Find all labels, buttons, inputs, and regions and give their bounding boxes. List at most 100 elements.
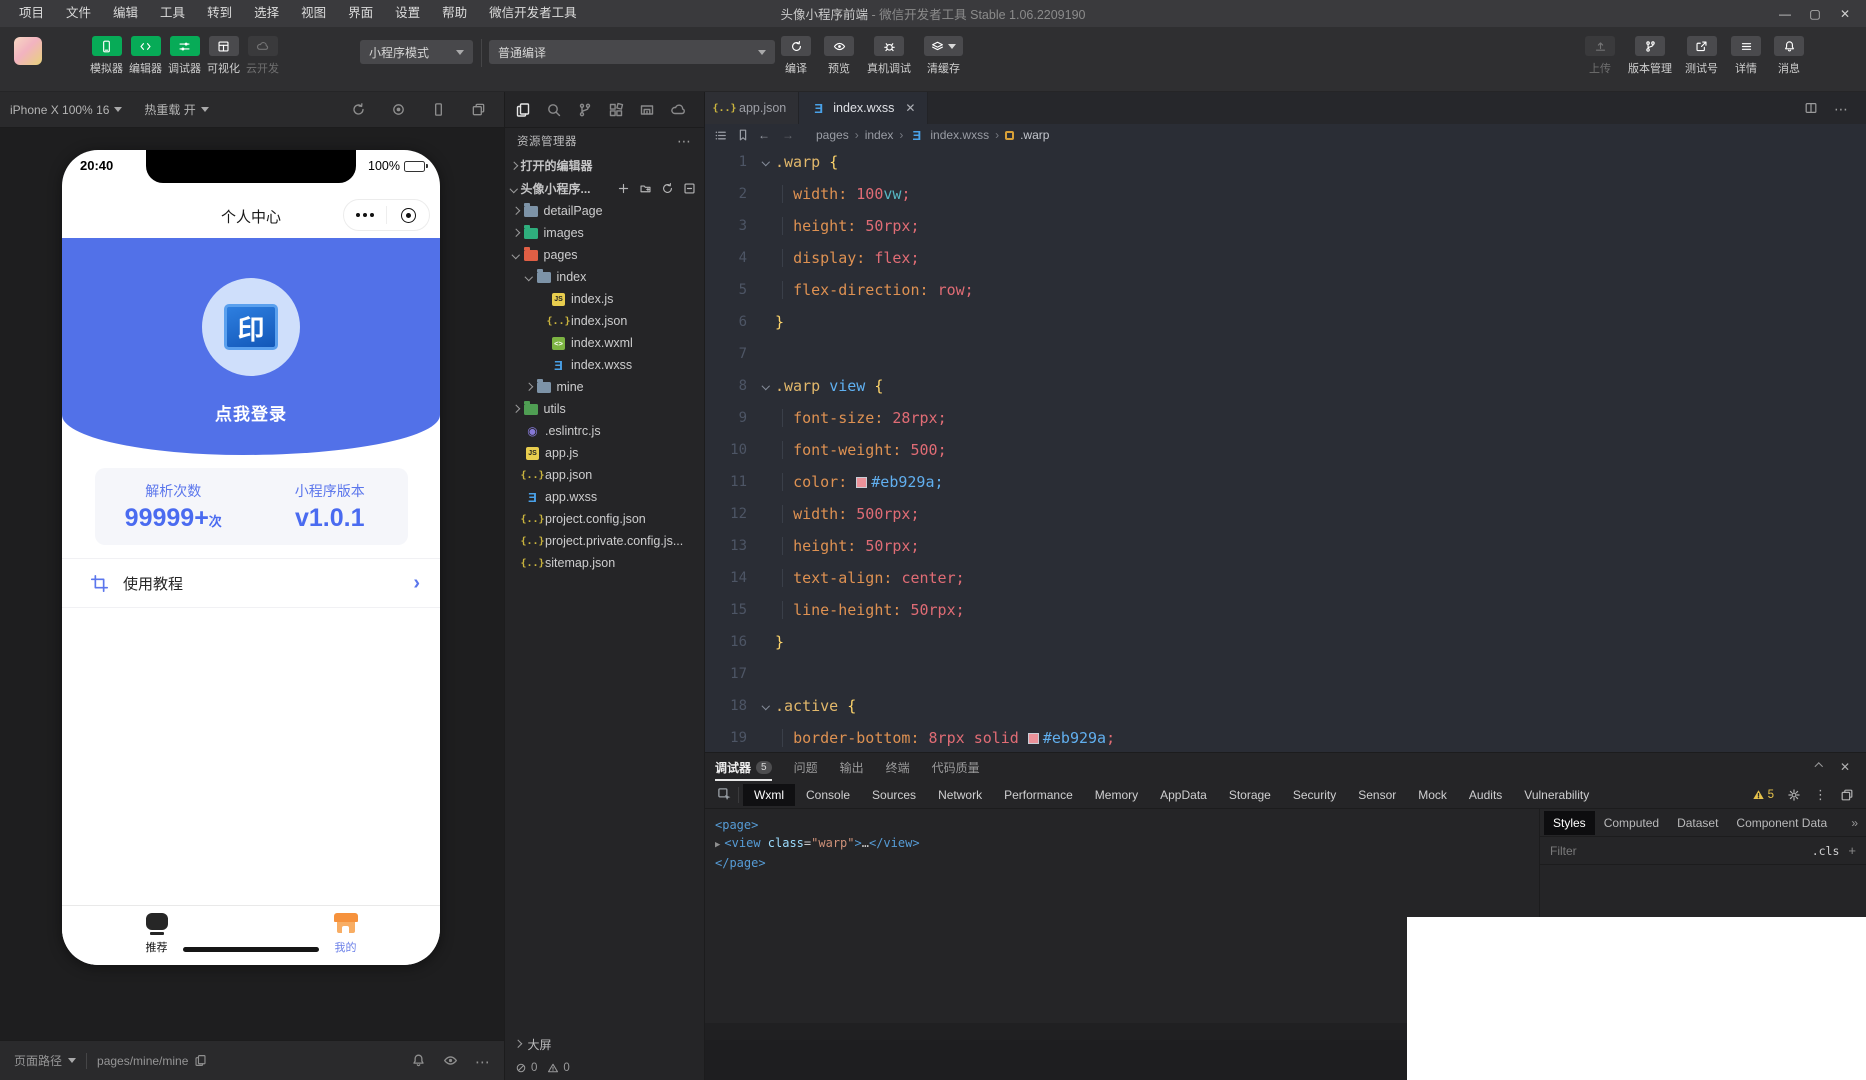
maximize-button[interactable]: ▢ [1800,0,1830,27]
devtools-tab-Security[interactable]: Security [1282,784,1347,806]
window-controls[interactable]: — ▢ ✕ [1770,0,1860,27]
toolbar-button-可视化[interactable]: 可视化 [207,36,240,76]
styles-tab-Dataset[interactable]: Dataset [1668,811,1727,835]
toolbar-button-调试器[interactable]: 调试器 [168,36,201,76]
menu-item-文件[interactable]: 文件 [55,0,102,27]
tree-item-app.json[interactable]: {..}app.json [505,464,704,486]
tutorial-row[interactable]: 使用教程 › [62,558,440,608]
code-area[interactable]: 1.warp {2 width: 100vw;3 height: 50rpx;4… [705,146,1866,754]
menu-item-选择[interactable]: 选择 [243,0,290,27]
page-path-select[interactable]: 页面路径 [14,1052,76,1069]
search-icon[interactable] [546,102,562,118]
devtools-tab-AppData[interactable]: AppData [1149,784,1218,806]
debugger-tab-代码质量[interactable]: 代码质量 [932,753,980,781]
bell-icon[interactable] [411,1053,426,1068]
project-root-section[interactable]: 头像小程序... [505,177,704,200]
tree-item-mine[interactable]: mine [505,376,704,398]
eye-icon[interactable] [443,1053,458,1068]
toolbar-button-清缓存[interactable]: 清缓存 [924,36,963,76]
close-button[interactable]: ✕ [1830,0,1860,27]
hot-reload-toggle[interactable]: 热重载 开 [144,101,208,118]
gear-icon[interactable] [1787,788,1801,802]
menu-item-界面[interactable]: 界面 [337,0,384,27]
debugger-tab-终端[interactable]: 终端 [886,753,910,781]
toolbar-button-上传[interactable]: 上传 [1585,36,1615,76]
more-icon[interactable]: ⋯ [1834,101,1848,115]
phone-tab-推荐[interactable]: 推荐 [62,906,251,965]
fold-chevron-icon[interactable] [757,383,775,389]
fold-chevron-icon[interactable] [757,159,775,165]
cls-button[interactable]: .cls [1812,844,1840,858]
more-menu-icon[interactable] [344,213,386,217]
tree-item-detailPage[interactable]: detailPage [505,200,704,222]
devtools-tab-Mock[interactable]: Mock [1407,784,1458,806]
debugger-tab-调试器[interactable]: 调试器5 [715,753,772,781]
project-actions[interactable] [617,182,696,195]
toolbar-button-真机调试[interactable]: 真机调试 [867,36,911,76]
styles-tab-Styles[interactable]: Styles [1544,811,1595,835]
chevrons-right-icon[interactable]: » [1851,816,1858,830]
tree-item-project.config.json[interactable]: {..}project.config.json [505,508,704,530]
devtools-tab-Memory[interactable]: Memory [1084,784,1149,806]
close-icon[interactable]: ✕ [905,101,915,115]
breadcrumb[interactable]: pages›index›Ǝindex.wxss›.warp [816,128,1049,142]
branch-icon[interactable] [577,102,593,118]
more-icon[interactable]: ⋯ [677,133,692,150]
exit-target-icon[interactable] [387,208,429,223]
tree-item-index.json[interactable]: {..}index.json [505,310,704,332]
toolbar-button-消息[interactable]: 消息 [1774,36,1804,76]
menu-item-转到[interactable]: 转到 [196,0,243,27]
toolbar-button-版本管理[interactable]: 版本管理 [1628,36,1672,76]
menu-item-编辑[interactable]: 编辑 [102,0,149,27]
devtools-tab-Audits[interactable]: Audits [1458,784,1513,806]
tree-item-sitemap.json[interactable]: {..}sitemap.json [505,552,704,574]
warning-badge[interactable]: 5 [1752,788,1774,801]
list-icon[interactable] [713,128,728,143]
toolbar-button-测试号[interactable]: 测试号 [1685,36,1718,76]
menu-item-工具[interactable]: 工具 [149,0,196,27]
bookmark-icon[interactable] [736,128,750,142]
editor-tab-index.wxss[interactable]: Ǝindex.wxss✕ [799,92,928,124]
split-icon[interactable] [1804,101,1818,115]
device-select[interactable]: iPhone X 100% 16 [10,103,122,117]
open-editors-section[interactable]: 打开的编辑器 [505,154,704,177]
tree-item-app.js[interactable]: JSapp.js [505,442,704,464]
new-file-icon[interactable] [617,182,630,195]
devtools-tab-Console[interactable]: Console [795,784,861,806]
breadcrumb-item[interactable]: .warp [1020,128,1049,142]
undock-icon[interactable] [1840,788,1854,802]
devtools-tab-Wxml[interactable]: Wxml [743,784,795,806]
new-folder-icon[interactable] [639,182,652,195]
bigscreen-section[interactable]: 大屏 [505,1032,705,1056]
back-icon[interactable]: ← [758,128,770,142]
menu-item-视图[interactable]: 视图 [290,0,337,27]
toolbar-button-详情[interactable]: 详情 [1731,36,1761,76]
tree-item-app.wxss[interactable]: Ǝapp.wxss [505,486,704,508]
devtools-tab-Performance[interactable]: Performance [993,784,1084,806]
toolbar-button-编译[interactable]: 编译 [781,36,811,76]
menu-item-项目[interactable]: 项目 [8,0,55,27]
tree-item-utils[interactable]: utils [505,398,704,420]
user-avatar[interactable] [14,37,42,65]
close-icon[interactable]: ✕ [1840,760,1850,774]
refresh-icon[interactable] [661,182,674,195]
menu-item-设置[interactable]: 设置 [384,0,431,27]
breadcrumb-item[interactable]: index.wxss [930,128,989,142]
styles-tab-Computed[interactable]: Computed [1595,811,1668,835]
forward-icon[interactable]: → [782,128,794,142]
login-button[interactable]: 点我登录 [62,400,440,425]
inspect-cursor-icon[interactable] [717,787,732,802]
devtools-tab-Storage[interactable]: Storage [1218,784,1282,806]
debugger-tab-输出[interactable]: 输出 [840,753,864,781]
files-icon[interactable] [515,102,531,118]
tree-item-index.wxss[interactable]: Ǝindex.wxss [505,354,704,376]
kebab-icon[interactable]: ⋮ [1814,787,1827,803]
toolbar-button-预览[interactable]: 预览 [824,36,854,76]
tree-item-index.wxml[interactable]: <>index.wxml [505,332,704,354]
blocks-icon[interactable] [608,102,624,118]
filter-input[interactable]: Filter [1550,844,1577,858]
editor-tab-app.json[interactable]: {..}app.json [705,92,799,124]
menu-bar[interactable]: 项目文件编辑工具转到选择视图界面设置帮助微信开发者工具 [0,0,588,27]
toolbar-button-云开发[interactable]: 云开发 [246,36,279,76]
tree-item-.eslintrc.js[interactable]: ◉.eslintrc.js [505,420,704,442]
